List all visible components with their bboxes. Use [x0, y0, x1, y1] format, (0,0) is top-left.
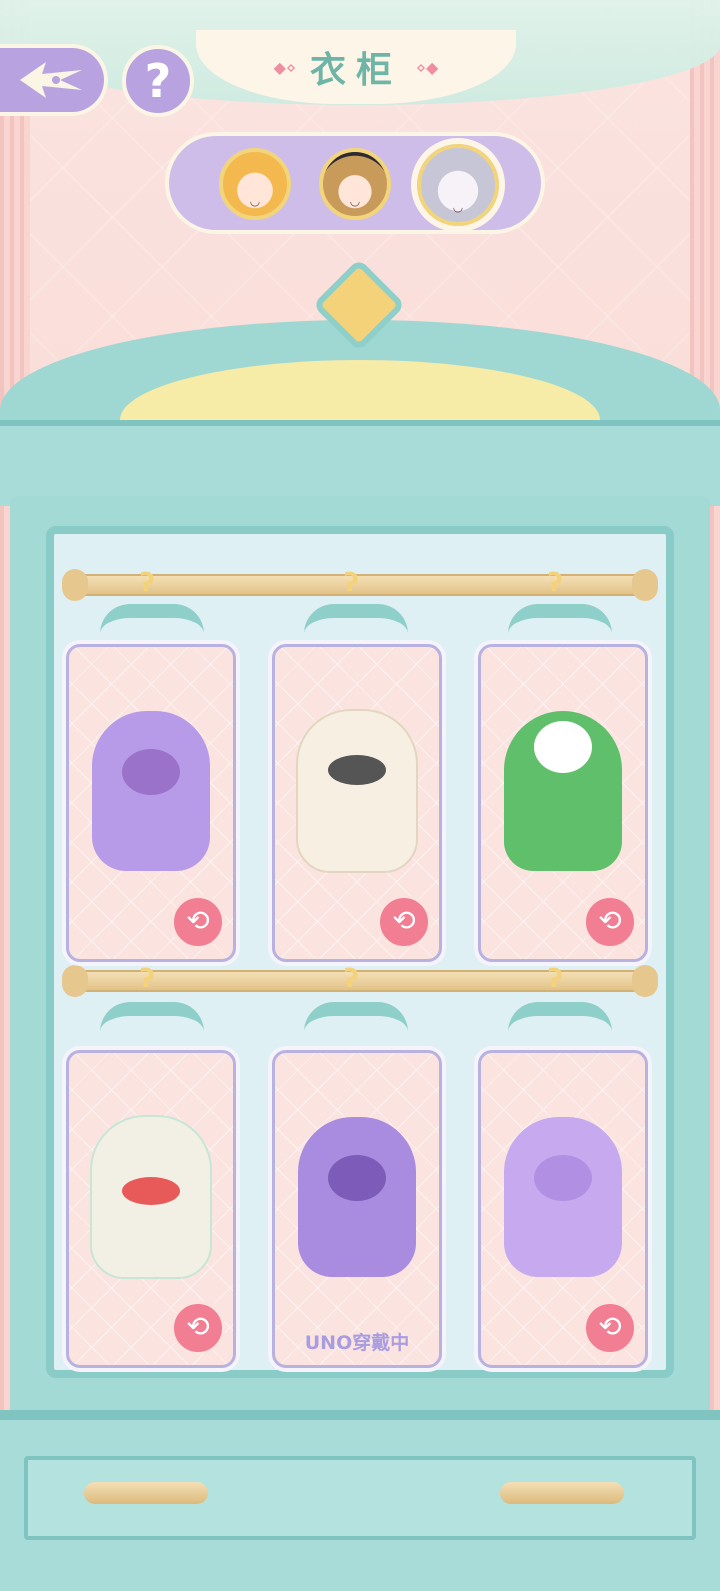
character-avatar-2[interactable]: ◡ [319, 148, 391, 220]
hanger-hook-icon: ʔ [344, 964, 359, 994]
hanger-icon [508, 604, 612, 634]
costume-purple-devil-icon [298, 1116, 416, 1277]
rail-end [632, 965, 658, 997]
wardrobe-cornice [0, 420, 720, 506]
mouth-shape [122, 748, 180, 795]
hanger-hook-icon: ʔ [548, 964, 563, 994]
swap-button[interactable]: ⟲ [583, 1301, 637, 1355]
mouth-shape [328, 754, 386, 785]
costume-lion-dance-icon [90, 1114, 212, 1279]
title-deco-right-icon: ⋄◆ [416, 57, 439, 77]
rail-end [62, 965, 88, 997]
swap-button[interactable]: ⟲ [171, 895, 225, 949]
page-title: 衣柜 [309, 49, 402, 91]
hanger-icon [100, 604, 204, 634]
mouth-shape [328, 1154, 386, 1201]
hanger-hook-icon: ʔ [548, 568, 563, 598]
drawer-handle-left [84, 1482, 208, 1504]
costume-card-5-wearing[interactable]: UNO穿戴中 [272, 1050, 442, 1368]
hanger-icon [100, 1002, 204, 1032]
costume-snowman-tree-icon [504, 710, 622, 871]
back-arrow-icon [20, 62, 82, 98]
wearing-label: UNO穿戴中 [304, 1332, 410, 1354]
face-icon: ◡ [249, 194, 261, 208]
drawer-handle-right [500, 1482, 624, 1504]
swap-button[interactable]: ⟲ [377, 895, 431, 949]
mouth-shape [534, 1154, 592, 1201]
hanger-icon [304, 1002, 408, 1032]
character-avatar-1[interactable]: ◡ [219, 148, 291, 220]
costume-card-6[interactable]: ⟲ [478, 1050, 648, 1368]
costume-purple-cat-hoodie-icon [92, 710, 210, 871]
back-button[interactable] [0, 44, 108, 116]
help-button[interactable]: ? [122, 45, 194, 117]
mouth-shape [122, 1176, 180, 1205]
face-icon: ◡ [349, 194, 361, 208]
swap-button[interactable]: ⟲ [583, 895, 637, 949]
character-selector: ◡ ◡ ◡ [165, 132, 545, 234]
rail-end [62, 569, 88, 601]
hanger-hook-icon: ʔ [140, 964, 155, 994]
character-avatar-3-selected[interactable]: ◡ [417, 144, 499, 226]
costume-card-1[interactable]: ⟲ [66, 644, 236, 962]
swap-button[interactable]: ⟲ [171, 1301, 225, 1355]
costume-mummy-icon [296, 708, 418, 873]
hanger-icon [508, 1002, 612, 1032]
costume-card-3[interactable]: ⟲ [478, 644, 648, 962]
hanger-icon [304, 604, 408, 634]
title-deco-left-icon: ◆⋄ [273, 57, 296, 77]
rail-end [632, 569, 658, 601]
costume-card-2[interactable]: ⟲ [272, 644, 442, 962]
hanger-hook-icon: ʔ [140, 568, 155, 598]
costume-card-4[interactable]: ⟲ [66, 1050, 236, 1368]
face-icon: ◡ [452, 200, 464, 214]
mouth-shape [534, 720, 592, 773]
hanger-hook-icon: ʔ [344, 568, 359, 598]
costume-hamster-icon [504, 1116, 622, 1277]
